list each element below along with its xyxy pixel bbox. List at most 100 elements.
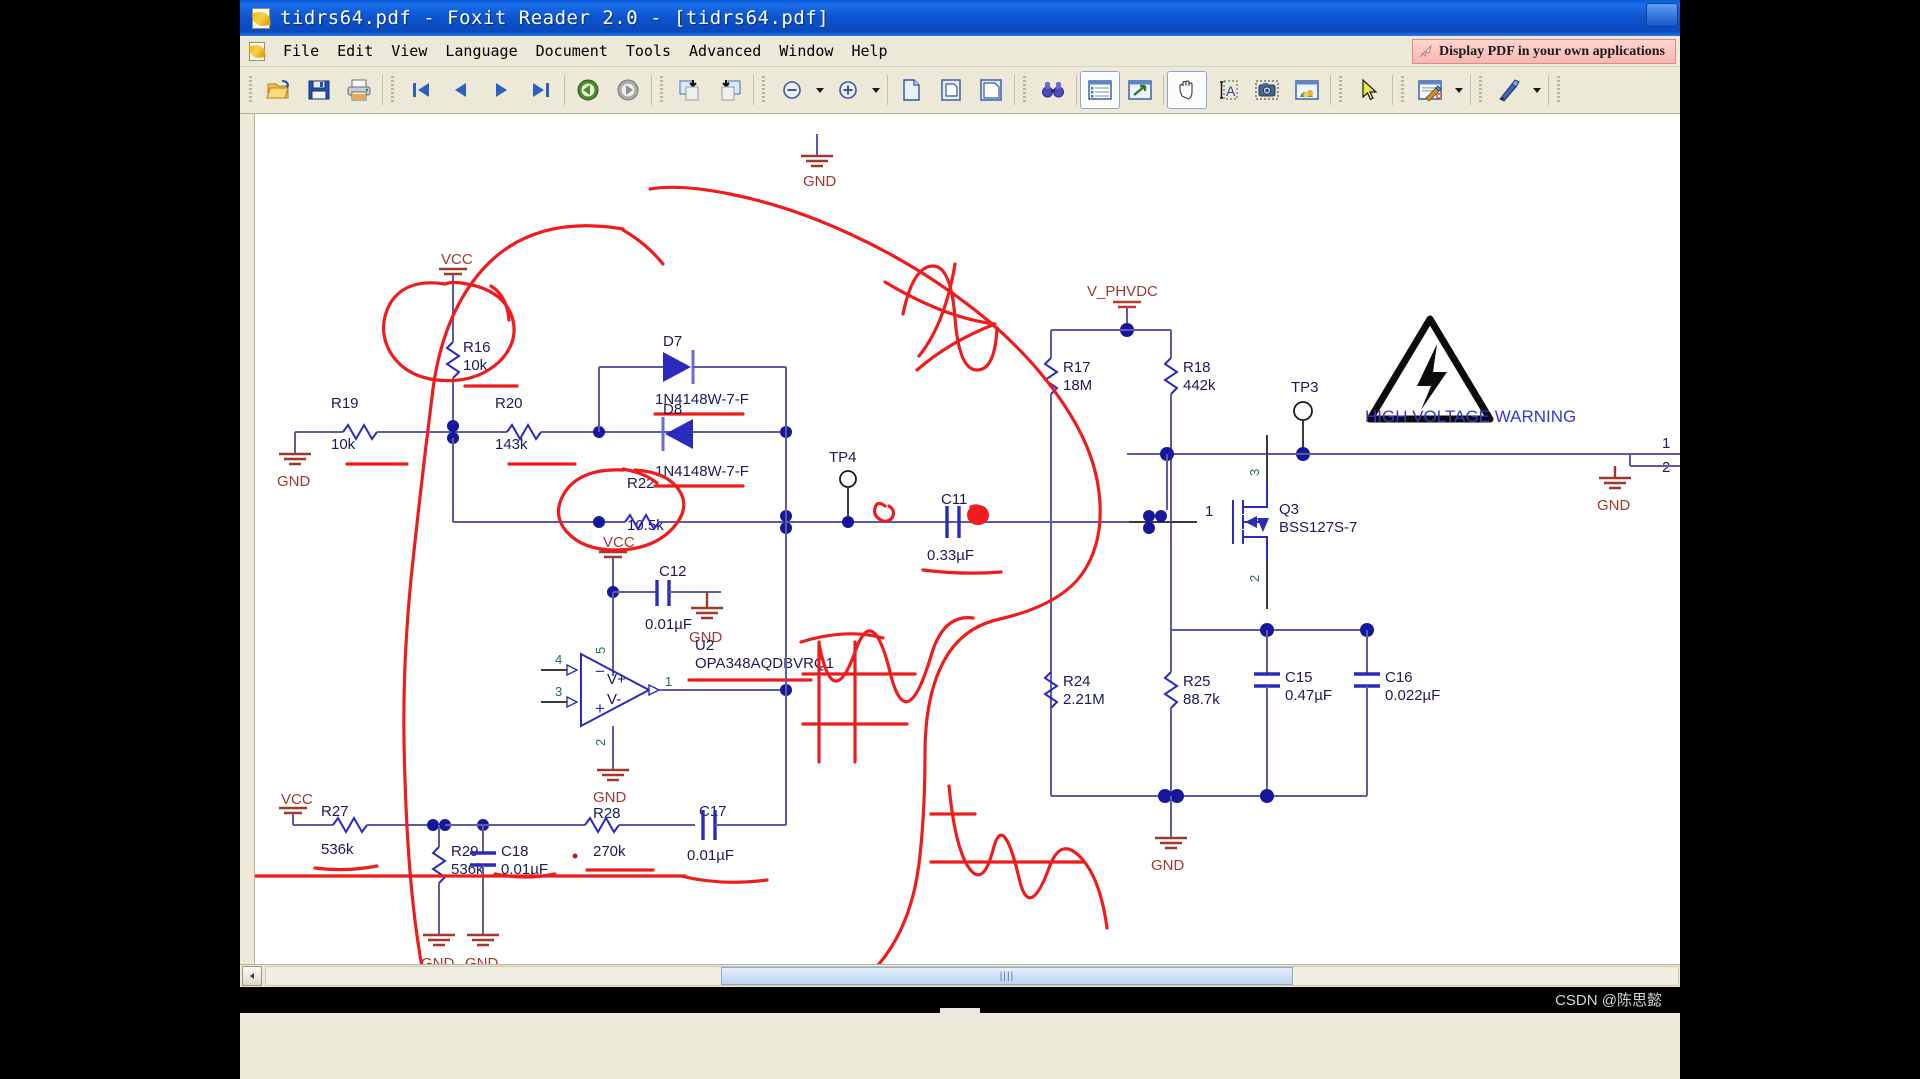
fit-width-icon[interactable] xyxy=(971,71,1011,109)
toolbar-grip-find[interactable] xyxy=(1022,76,1029,104)
red-annotation-waveform-upper xyxy=(799,616,975,764)
drawing-dropdown[interactable] xyxy=(1529,72,1545,108)
toolbar-grip-annot[interactable] xyxy=(1400,76,1407,104)
r25-value: 88.7k xyxy=(1183,691,1220,708)
c16-ref: C16 xyxy=(1385,669,1413,686)
drawing-markup-icon[interactable] xyxy=(1489,71,1529,109)
hand-tool-icon[interactable] xyxy=(1167,71,1207,109)
diode-d7: D7 1N4148W-7-F xyxy=(599,333,786,416)
minimize-button[interactable] xyxy=(1646,3,1678,27)
opamp-minus-sign: − xyxy=(595,662,605,681)
next-page-icon[interactable] xyxy=(481,71,521,109)
vcc-label-1: VCC xyxy=(441,251,473,268)
zoom-in-icon[interactable] xyxy=(828,71,868,109)
gnd-label-r19: GND xyxy=(277,473,311,490)
menu-language[interactable]: Language xyxy=(436,39,526,63)
previous-page-icon[interactable] xyxy=(441,71,481,109)
zoom-in-dropdown[interactable] xyxy=(868,72,884,108)
toolbar-grip[interactable] xyxy=(248,76,255,104)
toolbar-grip-end[interactable] xyxy=(1556,76,1563,104)
menu-view[interactable]: View xyxy=(382,39,436,63)
fit-page-icon[interactable] xyxy=(931,71,971,109)
scrollbar-thumb[interactable]: |||| xyxy=(721,967,1293,985)
bookmarks-panel-icon[interactable] xyxy=(1080,71,1120,109)
snapshot-icon[interactable] xyxy=(1247,71,1287,109)
main-toolbar: A xyxy=(240,67,1680,114)
zoom-out-dropdown[interactable] xyxy=(812,72,828,108)
gnd-label-conn: GND xyxy=(1597,497,1631,514)
rotate-clockwise-icon[interactable] xyxy=(670,71,710,109)
pointer-select-icon[interactable] xyxy=(1349,71,1389,109)
u2-ref: U2 xyxy=(695,637,714,654)
menu-advanced[interactable]: Advanced xyxy=(680,39,770,63)
find-icon[interactable] xyxy=(1033,71,1073,109)
r25-ref: R25 xyxy=(1183,673,1211,690)
r20-value: 143k xyxy=(495,436,528,453)
r27-value: 536k xyxy=(321,841,354,858)
full-screen-icon[interactable] xyxy=(1120,71,1160,109)
document-viewport[interactable]: .w{stroke:#5b5ba8;stroke-width:2;fill:no… xyxy=(240,114,1680,964)
svg-text:A: A xyxy=(1226,83,1236,99)
annotation-dropdown[interactable] xyxy=(1451,72,1467,108)
gnd-label-u2: GND xyxy=(593,789,627,806)
diode-d8: D8 1N4148W-7-F xyxy=(598,367,787,488)
zoom-out-icon[interactable] xyxy=(772,71,812,109)
navigation-panel-strip[interactable] xyxy=(240,114,255,964)
toolbar-grip-draw[interactable] xyxy=(1478,76,1485,104)
scroll-left-button[interactable] xyxy=(242,966,262,986)
open-file-icon[interactable] xyxy=(259,71,299,109)
r18-value: 442k xyxy=(1183,377,1216,394)
vphvdc-section: V_PHVDC R17 18M R18 442k xyxy=(1043,283,1216,796)
rotate-counterclockwise-icon[interactable] xyxy=(710,71,750,109)
d8-ref: D8 xyxy=(663,401,682,418)
promo-arrow-icon xyxy=(1417,43,1435,60)
menu-edit[interactable]: Edit xyxy=(328,39,382,63)
scrollbar-track[interactable]: |||| xyxy=(265,966,1679,986)
toolbar-grip-nav[interactable] xyxy=(390,76,397,104)
menu-document[interactable]: Document xyxy=(527,39,617,63)
c17-value: 0.01µF xyxy=(687,847,734,864)
c11-value: 0.33µF xyxy=(927,547,974,564)
menu-tools[interactable]: Tools xyxy=(617,39,680,63)
save-icon[interactable] xyxy=(299,71,339,109)
menu-bar: File Edit View Language Document Tools A… xyxy=(240,36,1680,67)
pdf-page: .w{stroke:#5b5ba8;stroke-width:2;fill:no… xyxy=(255,114,1680,964)
q3-pin3: 3 xyxy=(1247,469,1262,476)
select-text-icon[interactable]: A xyxy=(1207,71,1247,109)
first-page-icon[interactable] xyxy=(401,71,441,109)
q3-value: BSS127S-7 xyxy=(1279,519,1357,536)
actual-size-icon[interactable] xyxy=(891,71,931,109)
image-tool-icon[interactable] xyxy=(1287,71,1327,109)
c12-ref: C12 xyxy=(659,563,687,580)
d8-value: 1N4148W-7-F xyxy=(655,463,749,480)
promo-banner[interactable]: Display PDF in your own applications xyxy=(1412,39,1676,64)
last-page-icon[interactable] xyxy=(521,71,561,109)
vphvdc-label: V_PHVDC xyxy=(1087,283,1158,300)
tp3-warning: TP3 HIGH VOLTAGE WARNING 1 2 GND xyxy=(1127,315,1680,514)
toolbar-grip-zoom[interactable] xyxy=(761,76,768,104)
print-icon[interactable] xyxy=(339,71,379,109)
document-menu-icon[interactable] xyxy=(247,41,267,61)
go-back-icon[interactable] xyxy=(568,71,608,109)
r17-ref: R17 xyxy=(1063,359,1091,376)
c12-value: 0.01µF xyxy=(645,616,692,633)
c18-ref: C18 xyxy=(501,843,529,860)
menu-help[interactable]: Help xyxy=(842,39,896,63)
pdf-document-icon xyxy=(250,7,272,29)
gnd-symbol-top: GND xyxy=(801,134,837,190)
opamp-pin4: 4 xyxy=(555,652,562,667)
go-forward-icon[interactable] xyxy=(608,71,648,109)
foxit-reader-window: tidrs64.pdf - Foxit Reader 2.0 - [tidrs6… xyxy=(240,0,1680,1079)
toolbar-grip-select[interactable] xyxy=(1338,76,1345,104)
menu-window[interactable]: Window xyxy=(770,39,842,63)
c15-ref: C15 xyxy=(1285,669,1313,686)
q3-pin1: 1 xyxy=(1205,503,1213,520)
menu-file[interactable]: File xyxy=(274,39,328,63)
annotation-tools-icon[interactable] xyxy=(1411,71,1451,109)
toolbar-grip-rotate[interactable] xyxy=(659,76,666,104)
scrollbar-grip: |||| xyxy=(999,970,1015,982)
q3-pin2: 2 xyxy=(1247,575,1262,582)
horizontal-scrollbar[interactable]: |||| xyxy=(240,964,1680,987)
r20-ref: R20 xyxy=(495,395,523,412)
opamp-vplus: V+ xyxy=(607,671,626,688)
